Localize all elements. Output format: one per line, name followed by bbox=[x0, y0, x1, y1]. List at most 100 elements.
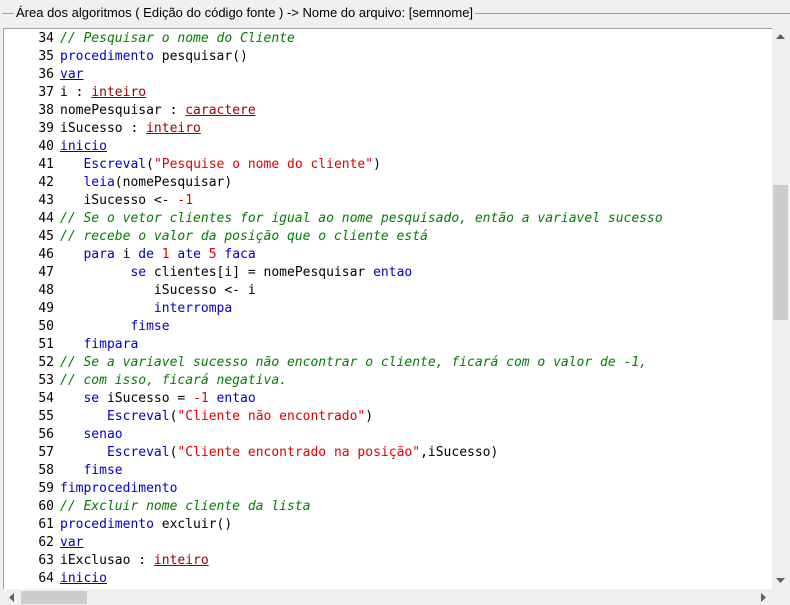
line-text[interactable]: fimpara bbox=[60, 336, 138, 354]
code-line[interactable]: 38 nomePesquisar : caractere bbox=[4, 102, 773, 120]
line-text[interactable]: nomePesquisar : caractere bbox=[60, 102, 256, 120]
code-line[interactable]: 58 fimse bbox=[4, 462, 773, 480]
line-text[interactable]: iExclusao : inteiro bbox=[60, 552, 209, 570]
line-text[interactable]: Escreval("Cliente não encontrado") bbox=[60, 408, 373, 426]
horizontal-scrollbar[interactable] bbox=[3, 589, 772, 605]
line-text[interactable]: var bbox=[60, 534, 83, 552]
code-line[interactable]: 40 inicio bbox=[4, 138, 773, 156]
line-text[interactable]: // Se a variavel sucesso não encontrar o… bbox=[60, 354, 647, 372]
line-text[interactable]: inicio bbox=[60, 570, 107, 588]
code-line[interactable]: 49 interrompa bbox=[4, 300, 773, 318]
line-number: 48 bbox=[38, 283, 54, 298]
code-token: inicio bbox=[60, 571, 107, 586]
code-line[interactable]: 41 Escreval("Pesquise o nome do cliente"… bbox=[4, 156, 773, 174]
code-token: faca bbox=[224, 247, 256, 262]
code-token: de bbox=[138, 247, 154, 262]
code-token: iSucesso <- i bbox=[60, 283, 256, 298]
code-line[interactable]: 42 leia(nomePesquisar) bbox=[4, 174, 773, 192]
code-token: interrompa bbox=[153, 301, 233, 316]
scroll-left-button[interactable] bbox=[3, 589, 20, 605]
line-text[interactable]: se iSucesso = -1 entao bbox=[60, 390, 256, 408]
code-line[interactable]: 43 iSucesso <- -1 bbox=[4, 192, 773, 210]
code-token: i : bbox=[60, 85, 92, 100]
line-text[interactable]: iSucesso : inteiro bbox=[60, 120, 201, 138]
line-text[interactable]: Escreval("Cliente encontrado na posição"… bbox=[60, 444, 498, 462]
code-line[interactable]: 37 i : inteiro bbox=[4, 84, 773, 102]
line-text[interactable]: procedimento excluir() bbox=[60, 516, 232, 534]
code-line[interactable]: 54 se iSucesso = -1 entao bbox=[4, 390, 773, 408]
code-line[interactable]: 48 iSucesso <- i bbox=[4, 282, 773, 300]
line-number: 61 bbox=[38, 517, 54, 532]
line-number: 50 bbox=[38, 319, 54, 334]
code-token: Escreval bbox=[83, 157, 147, 172]
code-token: var bbox=[60, 67, 84, 82]
code-token: fimpara bbox=[83, 337, 139, 352]
line-text[interactable]: fimprocedimento bbox=[60, 480, 177, 498]
vertical-scrollbar[interactable] bbox=[772, 28, 789, 589]
scroll-right-button[interactable] bbox=[755, 589, 772, 605]
line-text[interactable]: // Pesquisar o nome do Cliente bbox=[60, 30, 295, 48]
line-text[interactable]: para i de 1 ate 5 faca bbox=[60, 246, 256, 264]
line-text[interactable]: iSucesso <- i bbox=[60, 282, 256, 300]
code-line[interactable]: 47 se clientes[i] = nomePesquisar entao bbox=[4, 264, 773, 282]
code-line[interactable]: 59 fimprocedimento bbox=[4, 480, 773, 498]
code-token: // Excluir nome cliente da lista bbox=[60, 499, 311, 514]
code-line[interactable]: 45 // recebe o valor da posição que o cli… bbox=[4, 228, 773, 246]
scroll-down-button[interactable] bbox=[772, 572, 789, 589]
code-token: entao bbox=[216, 391, 256, 406]
vertical-scroll-thumb[interactable] bbox=[773, 185, 788, 320]
code-token: (nomePesquisar) bbox=[114, 175, 233, 190]
code-line[interactable]: 44 // Se o vetor clientes for igual ao no… bbox=[4, 210, 773, 228]
line-text[interactable]: interrompa bbox=[60, 300, 232, 318]
line-number: 56 bbox=[38, 427, 54, 442]
line-number: 57 bbox=[38, 445, 54, 460]
line-text[interactable]: fimse bbox=[60, 462, 122, 480]
code-line[interactable]: 55 Escreval("Cliente não encontrado") bbox=[4, 408, 773, 426]
line-text[interactable]: // com isso, ficará negativa. bbox=[60, 372, 287, 390]
line-text[interactable]: leia(nomePesquisar) bbox=[60, 174, 232, 192]
line-number: 35 bbox=[38, 49, 54, 64]
code-line[interactable]: 39 iSucesso : inteiro bbox=[4, 120, 773, 138]
line-text[interactable]: iSucesso <- -1 bbox=[60, 192, 193, 210]
line-text[interactable]: i : inteiro bbox=[60, 84, 146, 102]
line-text[interactable]: inicio bbox=[60, 138, 107, 156]
line-text[interactable]: // Excluir nome cliente da lista bbox=[60, 498, 310, 516]
code-line[interactable]: 53 // com isso, ficará negativa. bbox=[4, 372, 773, 390]
code-line[interactable]: 34 // Pesquisar o nome do Cliente bbox=[4, 30, 773, 48]
code-token: excluir() bbox=[153, 517, 233, 532]
line-number: 58 bbox=[38, 463, 54, 478]
line-number: 62 bbox=[38, 535, 54, 550]
line-text[interactable]: fimse bbox=[60, 318, 169, 336]
line-text[interactable]: procedimento pesquisar() bbox=[60, 48, 248, 66]
line-text[interactable]: se clientes[i] = nomePesquisar entao bbox=[60, 264, 412, 282]
code-line[interactable]: 35 procedimento pesquisar() bbox=[4, 48, 773, 66]
code-token: ) bbox=[373, 157, 381, 172]
line-text[interactable]: senao bbox=[60, 426, 122, 444]
chevron-right-icon bbox=[761, 592, 766, 602]
line-text[interactable]: Escreval("Pesquise o nome do cliente") bbox=[60, 156, 381, 174]
code-line[interactable]: 57 Escreval("Cliente encontrado na posiç… bbox=[4, 444, 773, 462]
code-editor[interactable]: 34 // Pesquisar o nome do Cliente 35 proced… bbox=[3, 28, 773, 590]
horizontal-scroll-thumb[interactable] bbox=[21, 591, 87, 604]
code-line[interactable]: 62 var bbox=[4, 534, 773, 552]
code-line[interactable]: 56 senao bbox=[4, 426, 773, 444]
line-text[interactable]: // Se o vetor clientes for igual ao nome… bbox=[60, 210, 663, 228]
code-line[interactable]: 61 procedimento excluir() bbox=[4, 516, 773, 534]
code-token: inteiro bbox=[153, 553, 209, 568]
code-lines[interactable]: 34 // Pesquisar o nome do Cliente 35 proced… bbox=[4, 30, 773, 588]
code-token: // Se o vetor clientes for igual ao nome… bbox=[60, 211, 663, 226]
code-line[interactable]: 50 fimse bbox=[4, 318, 773, 336]
code-line[interactable]: 46 para i de 1 ate 5 faca bbox=[4, 246, 773, 264]
code-line[interactable]: 64 inicio bbox=[4, 570, 773, 588]
code-line[interactable]: 63 iExclusao : inteiro bbox=[4, 552, 773, 570]
scroll-up-button[interactable] bbox=[772, 28, 789, 45]
line-number: 39 bbox=[38, 121, 54, 136]
code-line[interactable]: 51 fimpara bbox=[4, 336, 773, 354]
line-text[interactable]: var bbox=[60, 66, 83, 84]
code-line[interactable]: 52 // Se a variavel sucesso não encontrar… bbox=[4, 354, 773, 372]
code-line[interactable]: 60 // Excluir nome cliente da lista bbox=[4, 498, 773, 516]
code-line[interactable]: 36 var bbox=[4, 66, 773, 84]
line-text[interactable]: // recebe o valor da posição que o clien… bbox=[60, 228, 428, 246]
